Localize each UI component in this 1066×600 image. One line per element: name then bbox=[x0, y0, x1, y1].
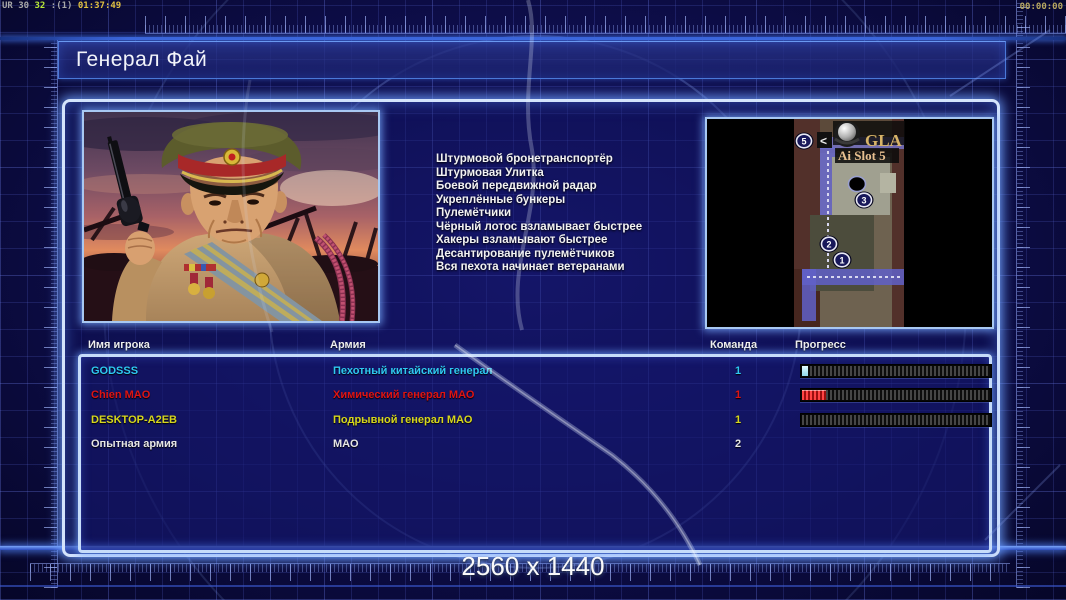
table-row: GODSSS Пехотный китайский генерал 1 bbox=[81, 359, 992, 383]
ability-item: Хакеры взламывают быстрее bbox=[436, 234, 608, 246]
page-title: Генерал Фай bbox=[76, 48, 208, 71]
loading-screen: UR 30 32 :(1) 01:37:49 00:00:00 Генерал … bbox=[0, 0, 1066, 600]
general-portrait bbox=[49, 110, 404, 323]
marker-1: 1 bbox=[832, 251, 852, 269]
progress-bar bbox=[800, 388, 992, 403]
ability-item: Боевой передвижной радар bbox=[436, 180, 597, 192]
progress-fill bbox=[802, 366, 808, 376]
team-number: 1 bbox=[734, 365, 742, 377]
svg-text:5: 5 bbox=[801, 137, 806, 147]
header-army: Армия bbox=[330, 339, 366, 351]
svg-text:2: 2 bbox=[826, 240, 831, 250]
general-portrait-svg bbox=[49, 111, 404, 322]
player-name: Chien MAO bbox=[91, 389, 151, 402]
table-row: DESKTOP-A2EB Подрывной генерал МАО 1 bbox=[81, 408, 992, 432]
army-name: Подрывной генерал МАО bbox=[333, 413, 473, 426]
title-bar: Генерал Фай bbox=[58, 41, 1006, 79]
left-ruler bbox=[44, 40, 58, 588]
player-name: GODSSS bbox=[91, 365, 139, 377]
collapse-arrow-icon[interactable]: < bbox=[820, 134, 827, 148]
marker-dot bbox=[847, 175, 867, 193]
resolution-label: 2560 x 1440 bbox=[461, 551, 605, 581]
table-row: Chien MAO Химический генерал МАО 1 bbox=[81, 383, 992, 407]
team-number: 2 bbox=[734, 438, 742, 451]
marker-5: 5 bbox=[794, 132, 814, 150]
svg-text:3: 3 bbox=[861, 196, 866, 206]
minimap: GLA Ai Slot 5 < 5 3 2 1 bbox=[705, 117, 994, 329]
ability-item: Десантирование пулемётчиков bbox=[436, 247, 615, 260]
match-timer: 00:00:00 bbox=[1019, 2, 1063, 12]
army-name: Химический генерал МАО bbox=[333, 389, 475, 402]
ability-item: Укреплённые бункеры bbox=[436, 193, 566, 206]
header-progress: Прогресс bbox=[795, 339, 846, 351]
player-name: DESKTOP-A2EB bbox=[91, 413, 177, 426]
right-ruler bbox=[1016, 0, 1030, 588]
team-number: 1 bbox=[734, 413, 742, 426]
progress-bar bbox=[800, 364, 992, 378]
army-name: МАО bbox=[333, 438, 359, 451]
debug-segment: :(1) bbox=[50, 1, 78, 11]
abilities-list: Штурмовой бронетранспортёр Штурмовая Улит… bbox=[436, 153, 704, 275]
minimap-svg: GLA Ai Slot 5 < 5 3 2 1 bbox=[707, 119, 992, 327]
debug-segment: 32 bbox=[34, 1, 51, 11]
header-team: Команда bbox=[710, 339, 758, 351]
top-ruler bbox=[145, 16, 1066, 34]
bottom-edge-line bbox=[0, 585, 1066, 587]
slot-label: Ai Slot 5 bbox=[838, 148, 886, 163]
team-number: 1 bbox=[734, 389, 742, 402]
ability-item: Вся пехота начинает ветеранами bbox=[436, 261, 625, 273]
player-name: Опытная армия bbox=[91, 438, 178, 451]
debug-readout: UR 30 32 :(1) 01:37:49 bbox=[2, 1, 121, 11]
ability-item: Чёрный лотос взламывает быстрее bbox=[436, 220, 643, 233]
marker-3: 3 bbox=[854, 191, 874, 209]
marker-2: 2 bbox=[819, 235, 839, 253]
svg-text:1: 1 bbox=[839, 256, 844, 266]
header-player-name: Имя игрока bbox=[88, 339, 150, 351]
ability-item: Штурмовая Улитка bbox=[436, 166, 544, 179]
army-name: Пехотный китайский генерал bbox=[333, 365, 493, 377]
debug-segment: UR 30 bbox=[2, 1, 35, 11]
debug-segment: 01:37:49 bbox=[77, 1, 122, 11]
ability-item: Штурмовой бронетранспортёр bbox=[436, 153, 613, 165]
progress-fill bbox=[802, 390, 826, 401]
table-row: Опытная армия МАО 2 bbox=[81, 432, 989, 456]
progress-bar bbox=[800, 412, 992, 427]
player-table-body: GODSSS Пехотный китайский генерал 1 Chien M… bbox=[78, 354, 992, 553]
ability-item: Пулемётчики bbox=[436, 207, 512, 219]
top-divider-line bbox=[0, 37, 1066, 40]
